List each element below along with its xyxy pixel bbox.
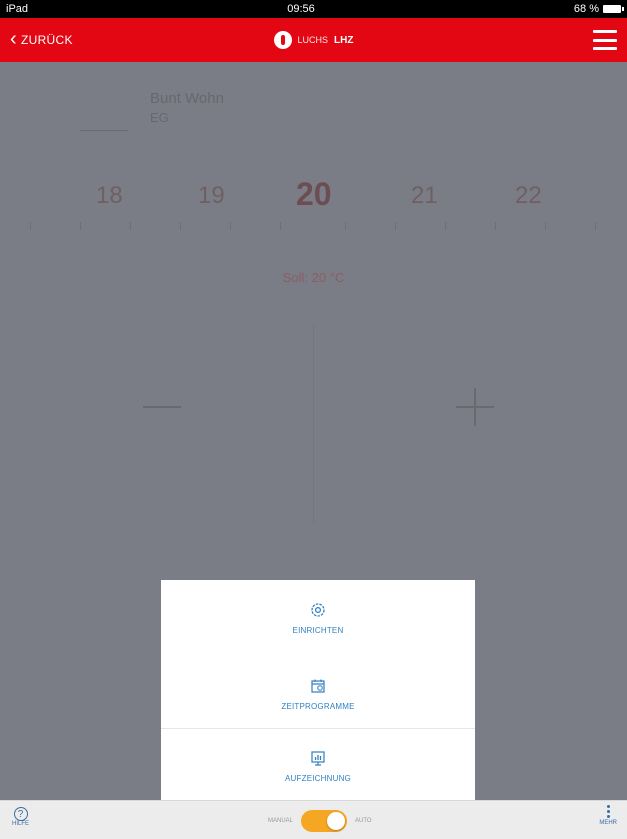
back-button[interactable]: ‹ ZURÜCK	[10, 28, 73, 50]
battery-icon	[602, 5, 624, 13]
scale-value: 18	[96, 182, 123, 209]
menu-item-zeitprogramme[interactable]: ZEITPROGRAMME	[161, 658, 475, 730]
more-icon	[606, 805, 610, 818]
battery-percent: 68 %	[573, 3, 599, 15]
chart-icon	[311, 750, 325, 766]
scale-value: 21	[411, 182, 438, 209]
menu-item-aufzeichnung[interactable]: AUFZEICHNUNG	[161, 730, 475, 802]
menu-item-einrichten[interactable]: EINRICHTEN	[161, 582, 475, 654]
chevron-left-icon: ‹	[10, 28, 17, 50]
scale-value: 19	[198, 182, 225, 209]
brand-logo: LUCHS LHZ	[273, 31, 354, 49]
mode-switch: MANUAL AUTO	[268, 810, 372, 832]
more-label: MEHR	[599, 820, 617, 826]
menu-item-label: EINRICHTEN	[292, 625, 344, 635]
scale-value: 22	[515, 182, 542, 209]
status-bar: iPad 09:56 68 %	[0, 0, 627, 18]
gear-icon	[311, 602, 325, 617]
clock: 09:56	[287, 3, 315, 15]
room-subtitle: EG	[150, 110, 169, 125]
calendar-icon	[311, 679, 325, 693]
battery-status: 68 %	[573, 3, 624, 15]
divider	[313, 324, 314, 524]
help-label: HILFE	[12, 821, 30, 827]
action-popup: EINRICHTEN ZEITPROGRAMME AUFZEICHNUNG	[161, 580, 475, 800]
divider	[161, 728, 475, 729]
mode-left-label: MANUAL	[268, 818, 294, 824]
top-bar: ‹ ZURÜCK LUCHS LHZ	[0, 18, 627, 62]
decrease-button[interactable]	[143, 406, 181, 408]
help-button[interactable]: ? HILFE	[12, 807, 29, 827]
logo-icon	[273, 31, 292, 49]
hamburger-menu-icon[interactable]	[593, 30, 617, 50]
scale-ticks	[0, 222, 627, 230]
brand-bold-text: LHZ	[334, 34, 354, 46]
scale-value-selected: 20	[296, 176, 332, 212]
room-name: Bunt Wohn	[150, 90, 224, 107]
carrier-label: iPad	[6, 3, 29, 15]
mode-right-label: AUTO	[355, 818, 372, 824]
temperature-scale[interactable]: 18 19 20 21 22	[0, 176, 627, 232]
back-label: ZURÜCK	[20, 33, 73, 47]
bottom-bar: ? HILFE MANUAL AUTO MEHR	[0, 800, 627, 839]
toggle-knob	[327, 812, 346, 830]
target-temperature-label: Soll: 20 °C	[282, 270, 345, 285]
divider	[80, 130, 128, 131]
brand-text: LUCHS	[297, 35, 329, 45]
menu-item-label: ZEITPROGRAMME	[281, 701, 355, 711]
plus-icon	[474, 388, 476, 426]
mode-toggle[interactable]	[301, 810, 348, 832]
help-icon: ?	[13, 807, 28, 821]
menu-item-label: AUFZEICHNUNG	[285, 773, 351, 783]
more-button[interactable]: MEHR	[599, 805, 617, 826]
